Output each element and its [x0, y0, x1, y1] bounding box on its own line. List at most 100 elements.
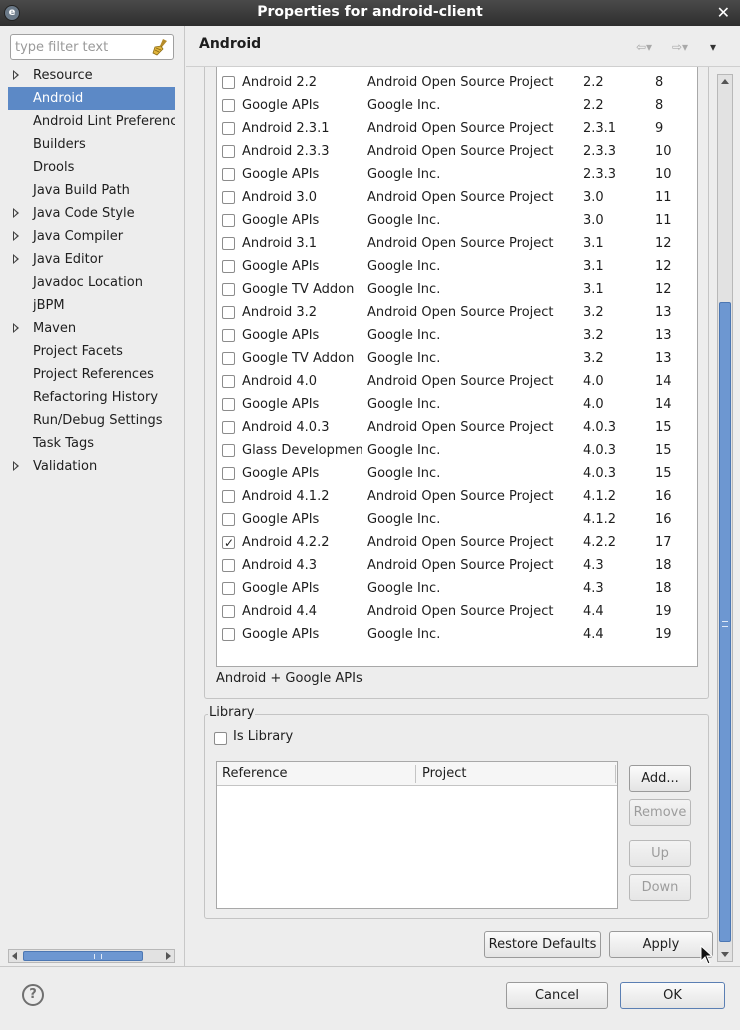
target-checkbox[interactable] — [222, 352, 235, 365]
expand-arrow-icon[interactable] — [13, 70, 19, 80]
target-checkbox[interactable] — [222, 168, 235, 181]
target-checkbox[interactable] — [222, 628, 235, 641]
is-library-checkbox[interactable] — [214, 732, 227, 745]
table-row[interactable]: Android 4.4 Android Open Source Project 4.… — [217, 600, 697, 623]
tree-item[interactable]: Android — [8, 87, 175, 110]
tree-item[interactable]: Java Compiler — [8, 225, 175, 248]
target-checkbox[interactable] — [222, 283, 235, 296]
table-row[interactable]: Android 3.2 Android Open Source Project 3.… — [217, 301, 697, 324]
tree-item[interactable]: Builders — [8, 133, 175, 156]
target-checkbox[interactable] — [222, 444, 235, 457]
back-arrow-icon[interactable]: ⇦▾ — [636, 40, 652, 54]
tree-item[interactable]: Project References — [8, 363, 175, 386]
table-row[interactable]: Android 2.3.1 Android Open Source Project… — [217, 117, 697, 140]
restore-defaults-button[interactable]: Restore Defaults — [484, 931, 601, 958]
table-row[interactable]: Android 4.2.2 Android Open Source Project… — [217, 531, 697, 555]
clear-filter-icon[interactable] — [151, 38, 169, 56]
tree-item[interactable]: Java Build Path — [8, 179, 175, 202]
page-vertical-scrollbar[interactable] — [717, 74, 733, 962]
target-checkbox[interactable] — [222, 122, 235, 135]
table-row[interactable]: Google APIs Google Inc. 2.3.3 10 — [217, 163, 697, 186]
table-row[interactable]: Google APIs Google Inc. 4.1.2 16 — [217, 508, 697, 531]
table-row[interactable]: Android 4.0.3 Android Open Source Project… — [217, 416, 697, 439]
move-up-button[interactable]: Up — [629, 840, 691, 867]
table-row[interactable]: Google TV Addon Google Inc. 3.1 12 — [217, 278, 697, 301]
expand-arrow-icon[interactable] — [13, 323, 19, 333]
tree-item[interactable]: Java Code Style — [8, 202, 175, 225]
filter-input[interactable] — [15, 36, 151, 58]
table-row[interactable]: Android 4.1.2 Android Open Source Project… — [217, 485, 697, 508]
target-checkbox[interactable] — [222, 145, 235, 158]
library-reference-table[interactable]: Reference Project — [216, 761, 618, 909]
expand-arrow-icon[interactable] — [13, 208, 19, 218]
tree-item[interactable]: Validation — [8, 455, 175, 478]
table-row[interactable]: Google APIs Google Inc. 4.0 14 — [217, 393, 697, 416]
table-row[interactable]: Google APIs Google Inc. 3.1 12 — [217, 255, 697, 278]
table-row[interactable]: Google APIs Google Inc. 3.0 11 — [217, 209, 697, 232]
apply-button[interactable]: Apply — [609, 931, 713, 958]
scroll-up-arrow-icon[interactable] — [721, 79, 729, 84]
help-icon[interactable]: ? — [22, 984, 44, 1006]
tree-item[interactable]: Android Lint Preferences — [8, 110, 175, 133]
scroll-down-arrow-icon[interactable] — [721, 952, 729, 957]
table-row[interactable]: Android 4.0 Android Open Source Project 4.… — [217, 370, 697, 393]
table-row[interactable]: Android 3.1 Android Open Source Project 3.… — [217, 232, 697, 255]
tree-item[interactable]: Run/Debug Settings — [8, 409, 175, 432]
tree-item[interactable]: Maven — [8, 317, 175, 340]
tree-item[interactable]: Drools — [8, 156, 175, 179]
tree-item[interactable]: Javadoc Location — [8, 271, 175, 294]
tree-item[interactable]: Task Tags — [8, 432, 175, 455]
column-header-project[interactable]: Project — [422, 766, 466, 781]
build-target-table[interactable]: Android 2.2 Android Open Source Project 2.… — [216, 67, 698, 667]
target-checkbox[interactable] — [222, 467, 235, 480]
table-row[interactable]: Android 3.0 Android Open Source Project 3.… — [217, 186, 697, 209]
cancel-button[interactable]: Cancel — [506, 982, 608, 1009]
target-checkbox[interactable] — [222, 605, 235, 618]
forward-arrow-icon[interactable]: ⇨▾ — [672, 40, 688, 54]
table-row[interactable]: Google APIs Google Inc. 4.3 18 — [217, 577, 697, 600]
column-header-reference[interactable]: Reference — [222, 766, 287, 781]
target-checkbox[interactable] — [222, 306, 235, 319]
scroll-right-arrow-icon[interactable] — [166, 952, 171, 960]
expand-arrow-icon[interactable] — [13, 254, 19, 264]
tree-item[interactable]: Project Facets — [8, 340, 175, 363]
tree-item[interactable]: Resource — [8, 64, 175, 87]
target-checkbox[interactable] — [222, 513, 235, 526]
target-checkbox[interactable] — [222, 237, 235, 250]
target-checkbox[interactable] — [222, 532, 235, 555]
table-row[interactable]: Android 2.3.3 Android Open Source Project… — [217, 140, 697, 163]
table-row[interactable]: Google TV Addon Google Inc. 3.2 13 — [217, 347, 697, 370]
table-row[interactable]: Glass Developmen Google Inc. 4.0.3 15 — [217, 439, 697, 462]
target-checkbox[interactable] — [222, 421, 235, 434]
target-checkbox[interactable] — [222, 375, 235, 388]
target-checkbox[interactable] — [222, 582, 235, 595]
scroll-thumb[interactable] — [23, 951, 143, 961]
scroll-thumb[interactable] — [719, 302, 731, 942]
tree-item[interactable]: Java Editor — [8, 248, 175, 271]
remove-library-button[interactable]: Remove — [629, 799, 691, 826]
move-down-button[interactable]: Down — [629, 874, 691, 901]
table-row[interactable]: Google APIs Google Inc. 4.0.3 15 — [217, 462, 697, 485]
scroll-left-arrow-icon[interactable] — [12, 952, 17, 960]
table-row[interactable]: Google APIs Google Inc. 2.2 8 — [217, 94, 697, 117]
target-checkbox[interactable] — [222, 329, 235, 342]
expand-arrow-icon[interactable] — [13, 461, 19, 471]
target-checkbox[interactable] — [222, 260, 235, 273]
table-row[interactable]: Google APIs Google Inc. 3.2 13 — [217, 324, 697, 347]
target-checkbox[interactable] — [222, 490, 235, 503]
close-icon[interactable]: ✕ — [717, 3, 730, 22]
target-checkbox[interactable] — [222, 559, 235, 572]
table-row[interactable]: Android 2.2 Android Open Source Project 2.… — [217, 71, 697, 94]
target-checkbox[interactable] — [222, 398, 235, 411]
target-checkbox[interactable] — [222, 214, 235, 227]
tree-item[interactable]: jBPM — [8, 294, 175, 317]
view-menu-icon[interactable]: ▾ — [710, 40, 716, 54]
expand-arrow-icon[interactable] — [13, 231, 19, 241]
ok-button[interactable]: OK — [620, 982, 725, 1009]
tree-horizontal-scrollbar[interactable] — [8, 949, 175, 963]
table-row[interactable]: Android 4.3 Android Open Source Project 4.… — [217, 554, 697, 577]
target-checkbox[interactable] — [222, 76, 235, 89]
target-checkbox[interactable] — [222, 99, 235, 112]
tree-item[interactable]: Refactoring History — [8, 386, 175, 409]
target-checkbox[interactable] — [222, 191, 235, 204]
